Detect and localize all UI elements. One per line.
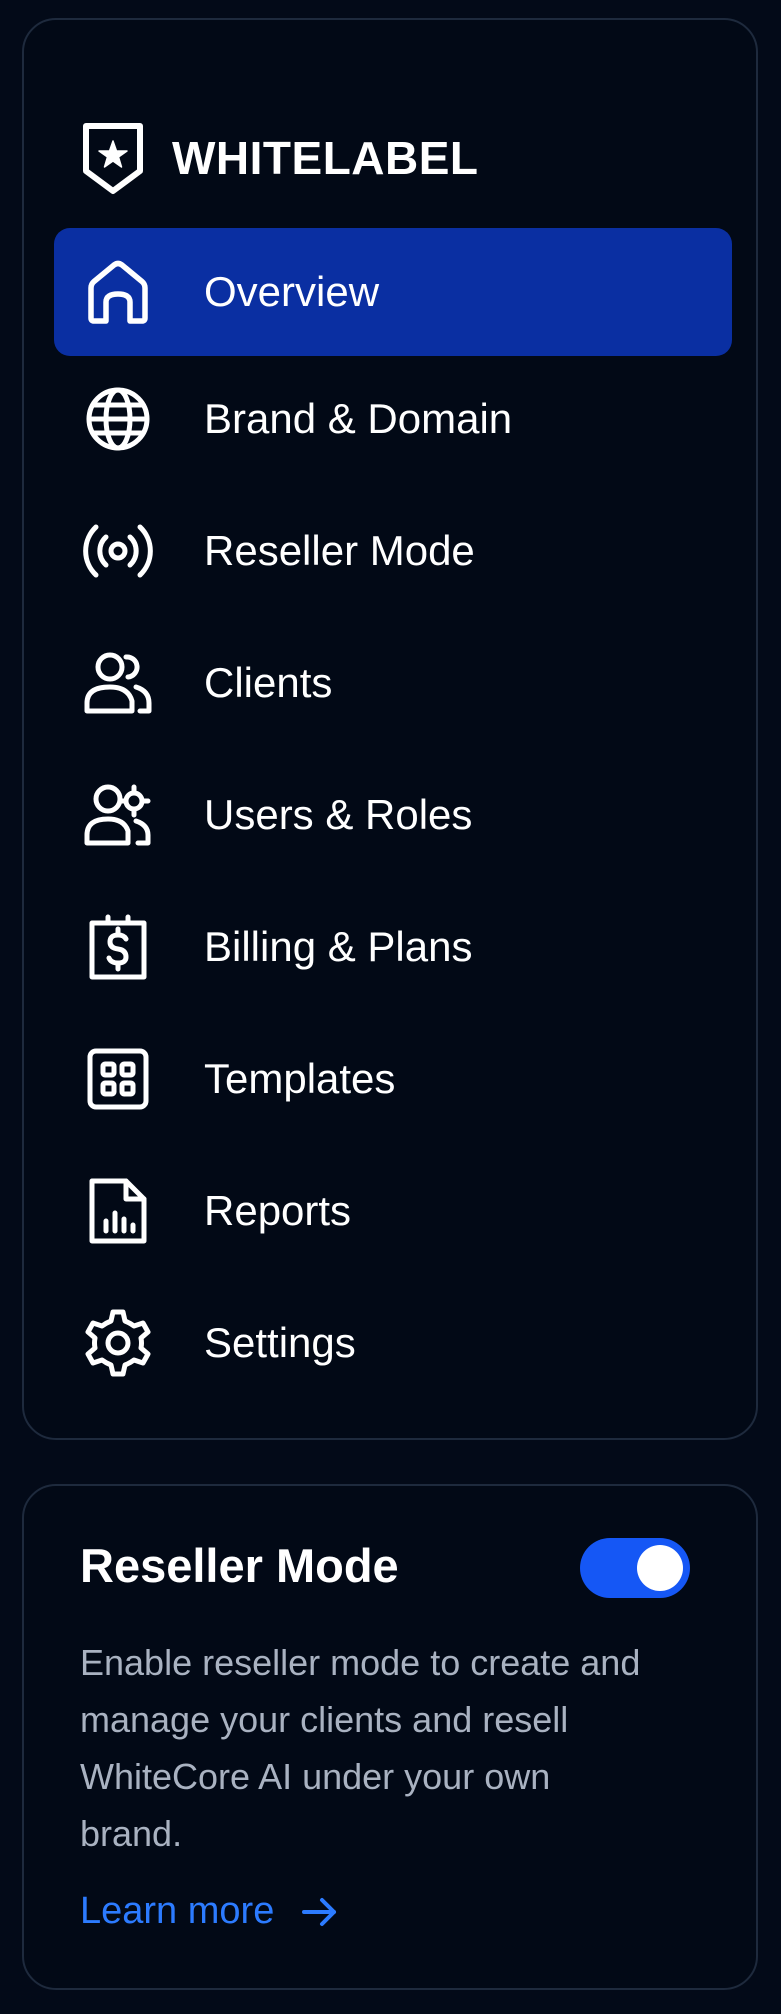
- sidebar-item-billing-plans[interactable]: Billing & Plans: [54, 884, 732, 1010]
- globe-icon: [80, 381, 156, 457]
- sidebar-nav: Overview Brand & Domain Reseller Mode Cl…: [54, 228, 732, 1412]
- brand-name: WHITELABEL: [172, 132, 479, 184]
- report-icon: [80, 1173, 156, 1249]
- home-icon: [80, 254, 156, 330]
- sidebar-item-label: Overview: [204, 268, 380, 315]
- sidebar-item-clients[interactable]: Clients: [54, 620, 732, 746]
- sidebar-item-label: Reseller Mode: [204, 527, 475, 574]
- sidebar-item-reseller-mode[interactable]: Reseller Mode: [54, 488, 732, 614]
- sidebar: WHITELABEL Overview Brand & Domain Resel…: [22, 18, 758, 1440]
- page: WHITELABEL Overview Brand & Domain Resel…: [0, 0, 781, 2014]
- sidebar-item-settings[interactable]: Settings: [54, 1280, 732, 1406]
- shield-star-logo-icon: [83, 123, 143, 194]
- sidebar-item-label: Templates: [204, 1055, 396, 1102]
- sidebar-item-label: Reports: [204, 1187, 352, 1234]
- reseller-mode-card: Reseller Mode Enable reseller mode to cr…: [22, 1484, 758, 1990]
- sidebar-item-label: Users & Roles: [204, 791, 473, 838]
- billing-icon: [80, 909, 156, 985]
- sidebar-item-label: Brand & Domain: [204, 395, 513, 442]
- sidebar-item-label: Clients: [204, 659, 333, 706]
- learn-more-label: Learn more: [80, 1890, 275, 1932]
- sidebar-item-reports[interactable]: Reports: [54, 1148, 732, 1274]
- sidebar-item-label: Billing & Plans: [204, 923, 473, 970]
- sidebar-item-overview[interactable]: Overview: [54, 228, 732, 356]
- user-gear-icon: [80, 777, 156, 853]
- sidebar-item-brand-domain[interactable]: Brand & Domain: [54, 356, 732, 482]
- sidebar-item-templates[interactable]: Templates: [54, 1016, 732, 1142]
- sidebar-item-users-roles[interactable]: Users & Roles: [54, 752, 732, 878]
- reseller-mode-toggle[interactable]: [580, 1538, 690, 1598]
- toggle-knob: [637, 1545, 683, 1591]
- gear-icon: [80, 1305, 156, 1381]
- reseller-mode-description: Enable reseller mode to create and manag…: [80, 1642, 641, 1854]
- sidebar-item-label: Settings: [204, 1319, 356, 1366]
- templates-icon: [80, 1041, 156, 1117]
- reseller-mode-title: Reseller Mode: [80, 1539, 399, 1592]
- broadcast-icon: [80, 513, 156, 589]
- learn-more-link[interactable]: Learn more: [80, 1890, 340, 1933]
- brand[interactable]: WHITELABEL: [80, 112, 479, 204]
- users-icon: [80, 645, 156, 721]
- arrow-right-icon: [302, 1897, 337, 1926]
